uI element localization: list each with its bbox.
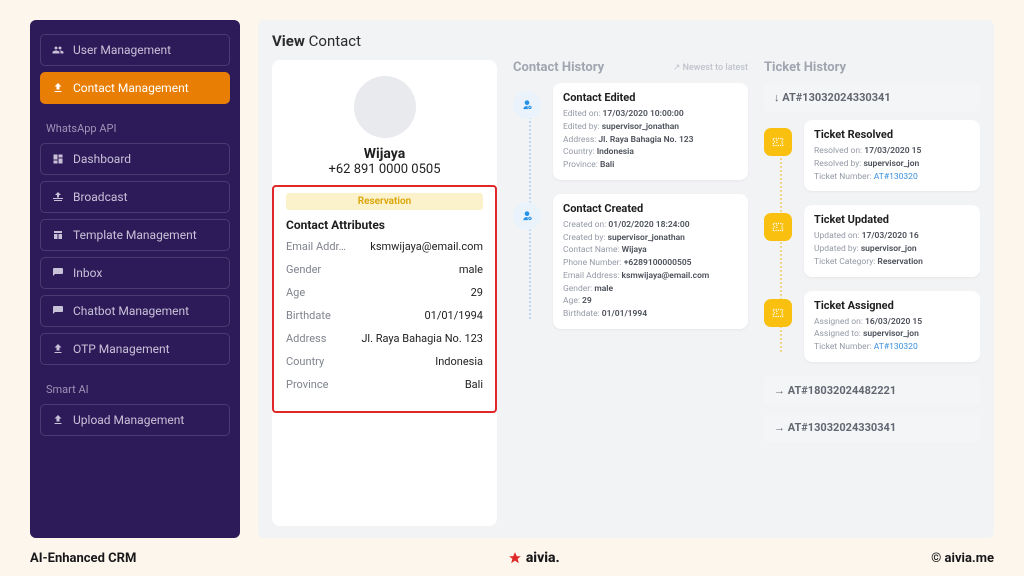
menu-icon bbox=[51, 43, 65, 57]
footer-right: © aivia.me bbox=[931, 551, 994, 566]
menu-icon bbox=[51, 413, 65, 427]
sidebar-item-otp-management[interactable]: OTP Management bbox=[40, 333, 230, 365]
timeline-title: Ticket Updated bbox=[814, 213, 970, 226]
reservation-badge: Reservation bbox=[286, 193, 483, 210]
attribute-label: Country bbox=[286, 355, 324, 368]
page-title-rest: Contact bbox=[309, 32, 361, 50]
sort-toggle[interactable]: ↗ Newest to latest bbox=[673, 63, 748, 73]
menu-icon bbox=[51, 152, 65, 166]
timeline-title: Contact Edited bbox=[563, 91, 738, 104]
menu-icon bbox=[51, 190, 65, 204]
ticket-history-column: Ticket History ↓ AT#13032024330341 Ticke… bbox=[764, 60, 980, 526]
attribute-value: 29 bbox=[313, 286, 483, 299]
contact-history-heading: Contact History bbox=[513, 60, 604, 75]
timeline-meta: Assigned on: 16/03/2020 15Assigned to: s… bbox=[814, 316, 970, 354]
sidebar-heading: Smart AI bbox=[40, 377, 230, 398]
timeline-meta: Created on: 01/02/2020 18:24:00Created b… bbox=[563, 219, 738, 321]
sidebar-item-label: Upload Management bbox=[73, 413, 184, 427]
sidebar-heading: WhatsApp API bbox=[40, 116, 230, 137]
attribute-label: Birthdate bbox=[286, 309, 331, 322]
sidebar-item-contact-management[interactable]: Contact Management bbox=[40, 72, 230, 104]
sidebar-item-label: Contact Management bbox=[73, 81, 189, 95]
ticket-event-icon bbox=[764, 213, 792, 241]
attribute-value: ksmwijaya@email.com bbox=[354, 240, 483, 253]
timeline-title: Ticket Assigned bbox=[814, 299, 970, 312]
sidebar-item-label: Broadcast bbox=[73, 190, 128, 204]
sidebar-item-template-management[interactable]: Template Management bbox=[40, 219, 230, 251]
attribute-value: 01/01/1994 bbox=[339, 309, 483, 322]
timeline-item: Ticket Updated Updated on: 17/03/2020 16U… bbox=[804, 205, 980, 276]
contact-event-icon bbox=[513, 202, 541, 230]
sidebar-item-label: Template Management bbox=[73, 228, 197, 242]
timeline-meta: Updated on: 17/03/2020 16Updated by: sup… bbox=[814, 230, 970, 268]
attribute-value: Bali bbox=[336, 378, 483, 391]
ticket-event-icon bbox=[764, 128, 792, 156]
attribute-label: Province bbox=[286, 378, 328, 391]
ticket-history-heading: Ticket History bbox=[764, 60, 846, 75]
contact-attributes-highlight: Reservation Contact Attributes Email Add… bbox=[272, 185, 497, 413]
sidebar-item-broadcast[interactable]: Broadcast bbox=[40, 181, 230, 213]
attribute-label: Gender bbox=[286, 263, 321, 276]
sidebar-item-upload-management[interactable]: Upload Management bbox=[40, 404, 230, 436]
attribute-value: male bbox=[329, 263, 483, 276]
sidebar-item-label: Inbox bbox=[73, 266, 102, 280]
sidebar: User Management Contact Management WhatsAp… bbox=[30, 20, 240, 538]
attribute-label: Address bbox=[286, 332, 326, 345]
sidebar-item-label: User Management bbox=[73, 43, 171, 57]
timeline-title: Contact Created bbox=[563, 202, 738, 215]
attribute-row: Email Addr… ksmwijaya@email.com bbox=[286, 240, 483, 253]
contact-name: Wijaya bbox=[364, 146, 405, 162]
sidebar-item-label: Dashboard bbox=[73, 152, 131, 166]
contact-attributes-heading: Contact Attributes bbox=[286, 218, 483, 232]
attribute-label: Email Addr… bbox=[286, 240, 346, 253]
sidebar-item-user-management[interactable]: User Management bbox=[40, 34, 230, 66]
timeline-item: Ticket Assigned Assigned on: 16/03/2020 1… bbox=[804, 291, 980, 362]
timeline-item: Ticket Resolved Resolved on: 17/03/2020 1… bbox=[804, 120, 980, 191]
attribute-row: Province Bali bbox=[286, 378, 483, 391]
timeline-meta: Resolved on: 17/03/2020 15Resolved by: s… bbox=[814, 145, 970, 183]
sidebar-item-inbox[interactable]: Inbox bbox=[40, 257, 230, 289]
main-panel: View Contact Wijaya +62 891 0000 0505 Re… bbox=[258, 20, 994, 538]
attribute-row: Country Indonesia bbox=[286, 355, 483, 368]
page-title: View Contact bbox=[272, 32, 980, 50]
sidebar-item-chatbot-management[interactable]: Chatbot Management bbox=[40, 295, 230, 327]
ticket-ref-top[interactable]: ↓ AT#13032024330341 bbox=[764, 83, 980, 112]
contact-event-icon bbox=[513, 91, 541, 119]
sidebar-item-label: OTP Management bbox=[73, 342, 170, 356]
menu-icon bbox=[51, 342, 65, 356]
attribute-row: Birthdate 01/01/1994 bbox=[286, 309, 483, 322]
contact-card: Wijaya +62 891 0000 0505 Reservation Con… bbox=[272, 60, 497, 526]
logo-icon bbox=[508, 551, 522, 565]
attribute-row: Address Jl. Raya Bahagia No. 123 bbox=[286, 332, 483, 345]
sidebar-item-dashboard[interactable]: Dashboard bbox=[40, 143, 230, 175]
ticket-ref-row[interactable]: → AT#18032024482221 bbox=[764, 376, 980, 405]
ticket-ref-row[interactable]: → AT#13032024330341 bbox=[764, 413, 980, 442]
attribute-value: Jl. Raya Bahagia No. 123 bbox=[334, 332, 483, 345]
attribute-label: Age bbox=[286, 286, 305, 299]
ticket-event-icon bbox=[764, 299, 792, 327]
contact-history-column: Contact History ↗ Newest to latest Conta… bbox=[513, 60, 748, 526]
page-title-bold: View bbox=[272, 32, 305, 50]
timeline-item: Contact Edited Edited on: 17/03/2020 10:0… bbox=[553, 83, 748, 180]
attribute-value: Indonesia bbox=[332, 355, 483, 368]
timeline-item: Contact Created Created on: 01/02/2020 18… bbox=[553, 194, 748, 329]
footer-left: AI-Enhanced CRM bbox=[30, 551, 136, 566]
contact-phone: +62 891 0000 0505 bbox=[328, 162, 440, 177]
menu-icon bbox=[51, 304, 65, 318]
footer: AI-Enhanced CRM aivia. © aivia.me bbox=[30, 538, 994, 566]
footer-logo: aivia. bbox=[508, 550, 560, 566]
attribute-row: Age 29 bbox=[286, 286, 483, 299]
timeline-title: Ticket Resolved bbox=[814, 128, 970, 141]
sidebar-item-label: Chatbot Management bbox=[73, 304, 189, 318]
menu-icon bbox=[51, 266, 65, 280]
avatar bbox=[354, 76, 416, 138]
menu-icon bbox=[51, 81, 65, 95]
attribute-row: Gender male bbox=[286, 263, 483, 276]
timeline-meta: Edited on: 17/03/2020 10:00:00Edited by:… bbox=[563, 108, 738, 172]
menu-icon bbox=[51, 228, 65, 242]
